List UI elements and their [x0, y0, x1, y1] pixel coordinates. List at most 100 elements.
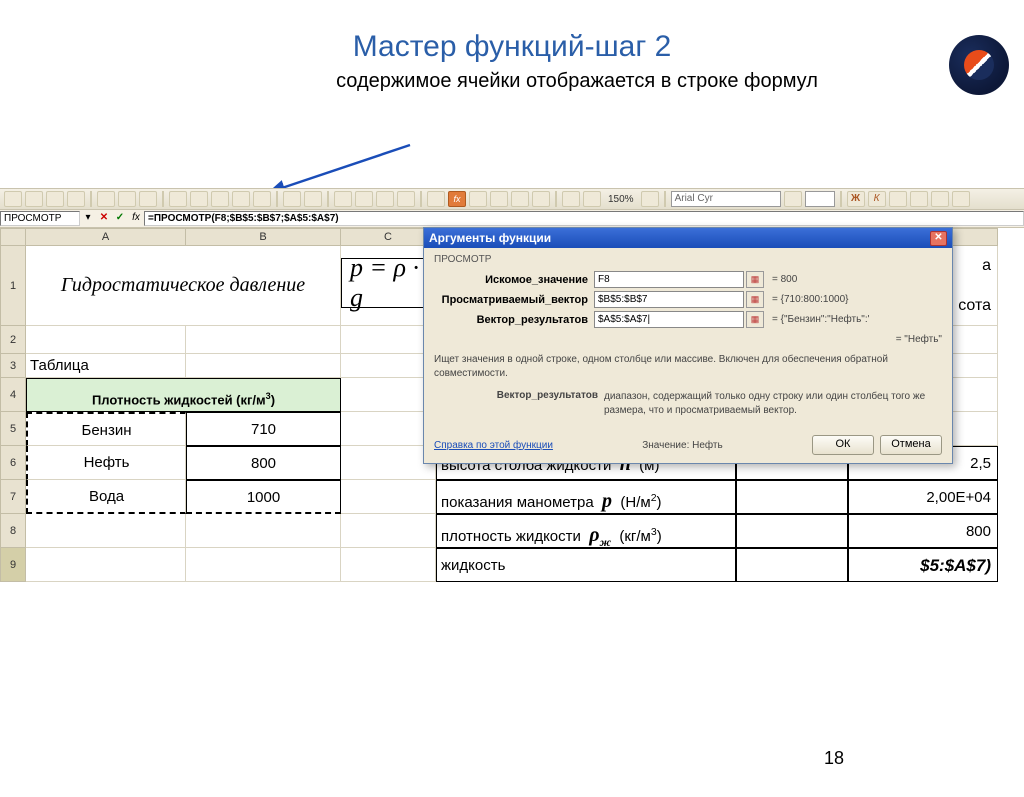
cell[interactable]	[186, 326, 341, 354]
cell[interactable]	[341, 412, 436, 446]
cell[interactable]	[26, 548, 186, 582]
fx-icon[interactable]: fx	[129, 212, 143, 226]
toolbar-button[interactable]	[139, 191, 157, 207]
formula-bar: ПРОСМОТР ▾ ✕ ✓ fx =ПРОСМОТР(F8;$B$5:$B$7…	[0, 210, 1024, 228]
toolbar-button[interactable]	[532, 191, 550, 207]
toolbar-button[interactable]	[490, 191, 508, 207]
cell[interactable]: 1000	[186, 480, 341, 514]
cell[interactable]	[341, 354, 436, 378]
fx-button[interactable]: fx	[448, 191, 466, 207]
cell[interactable]: Нефть	[26, 446, 186, 480]
toolbar-button[interactable]	[118, 191, 136, 207]
cancel-button[interactable]: Отмена	[880, 435, 942, 455]
row-header[interactable]: 3	[0, 354, 26, 378]
cancel-icon[interactable]: ✕	[97, 212, 111, 226]
accept-icon[interactable]: ✓	[113, 212, 127, 226]
zoom-value[interactable]: 150%	[604, 194, 638, 205]
param-input[interactable]	[594, 311, 744, 328]
italic-button[interactable]: К	[868, 191, 886, 207]
active-cell[interactable]: $5:$A$7)	[848, 548, 998, 582]
row-header[interactable]: 7	[0, 480, 26, 514]
cell[interactable]	[26, 514, 186, 548]
toolbar-button[interactable]	[427, 191, 445, 207]
toolbar-button[interactable]	[253, 191, 271, 207]
row-header[interactable]: 8	[0, 514, 26, 548]
cell[interactable]	[341, 326, 436, 354]
toolbar-button[interactable]	[511, 191, 529, 207]
select-all[interactable]	[0, 228, 26, 246]
toolbar-button[interactable]	[583, 191, 601, 207]
range-select-icon[interactable]: ▦	[746, 271, 764, 288]
toolbar-button[interactable]	[46, 191, 64, 207]
cell[interactable]	[341, 446, 436, 480]
bold-button[interactable]: Ж	[847, 191, 865, 207]
help-link[interactable]: Справка по этой функции	[434, 440, 553, 451]
toolbar-button[interactable]	[376, 191, 394, 207]
font-select[interactable]: Arial Cyr	[671, 191, 781, 207]
cell[interactable]: Плотность жидкостей (кг/м3)	[26, 378, 341, 412]
toolbar-button[interactable]	[562, 191, 580, 207]
cell[interactable]	[341, 378, 436, 412]
formula-input[interactable]: =ПРОСМОТР(F8;$B$5:$B$7;$A$5:$A$7)	[144, 211, 1024, 226]
toolbar-button[interactable]	[469, 191, 487, 207]
cell[interactable]: жидкость	[436, 548, 736, 582]
toolbar-button[interactable]	[355, 191, 373, 207]
cell-reference[interactable]: ПРОСМОТР	[0, 211, 80, 226]
range-select-icon[interactable]: ▦	[746, 291, 764, 308]
toolbar-button[interactable]	[784, 191, 802, 207]
cell[interactable]	[341, 514, 436, 548]
row-header[interactable]: 5	[0, 412, 26, 446]
cell[interactable]: Гидростатическое давление	[26, 246, 341, 326]
toolbar-button[interactable]	[25, 191, 43, 207]
cell[interactable]: 800	[848, 514, 998, 548]
toolbar-button[interactable]	[952, 191, 970, 207]
cell[interactable]: 2,00E+04	[848, 480, 998, 514]
cell[interactable]: плотность жидкости ρж (кг/м3)	[436, 514, 736, 548]
param-input[interactable]	[594, 291, 744, 308]
cell[interactable]	[186, 548, 341, 582]
toolbar-button[interactable]	[304, 191, 322, 207]
toolbar-button[interactable]	[910, 191, 928, 207]
row-header[interactable]: 2	[0, 326, 26, 354]
toolbar-button[interactable]	[232, 191, 250, 207]
row-header[interactable]: 1	[0, 246, 26, 326]
cell[interactable]: Таблица	[26, 354, 186, 378]
cell[interactable]: Бензин	[26, 412, 186, 446]
param-input[interactable]	[594, 271, 744, 288]
toolbar-button[interactable]	[283, 191, 301, 207]
ok-button[interactable]: ОК	[812, 435, 874, 455]
toolbar-button[interactable]	[4, 191, 22, 207]
toolbar-button[interactable]	[211, 191, 229, 207]
cell[interactable]	[26, 326, 186, 354]
toolbar-button[interactable]	[641, 191, 659, 207]
font-size-select[interactable]	[805, 191, 835, 207]
cell[interactable]: p = ρ · g	[341, 246, 436, 326]
cell[interactable]: 800	[186, 446, 341, 480]
row-header[interactable]: 6	[0, 446, 26, 480]
cell[interactable]: Вода	[26, 480, 186, 514]
cell[interactable]	[186, 354, 341, 378]
range-select-icon[interactable]: ▦	[746, 311, 764, 328]
toolbar-button[interactable]	[67, 191, 85, 207]
col-header[interactable]: A	[26, 228, 186, 246]
row-header[interactable]: 4	[0, 378, 26, 412]
dialog-titlebar[interactable]: Аргументы функции ✕	[424, 228, 952, 248]
col-header[interactable]: C	[341, 228, 436, 246]
cell[interactable]: 710	[186, 412, 341, 446]
close-icon[interactable]: ✕	[930, 231, 947, 246]
cell[interactable]	[341, 480, 436, 514]
dropdown-icon[interactable]: ▾	[81, 212, 95, 226]
toolbar-button[interactable]	[931, 191, 949, 207]
row-header[interactable]: 9	[0, 548, 26, 582]
toolbar-button[interactable]	[397, 191, 415, 207]
param-desc-text: диапазон, содержащий только одну строку …	[604, 390, 942, 417]
toolbar-button[interactable]	[889, 191, 907, 207]
cell[interactable]	[341, 548, 436, 582]
toolbar-button[interactable]	[190, 191, 208, 207]
toolbar-button[interactable]	[169, 191, 187, 207]
cell[interactable]: показания манометра p (Н/м2)	[436, 480, 736, 514]
col-header[interactable]: B	[186, 228, 341, 246]
cell[interactable]	[186, 514, 341, 548]
toolbar-button[interactable]	[97, 191, 115, 207]
toolbar-button[interactable]	[334, 191, 352, 207]
